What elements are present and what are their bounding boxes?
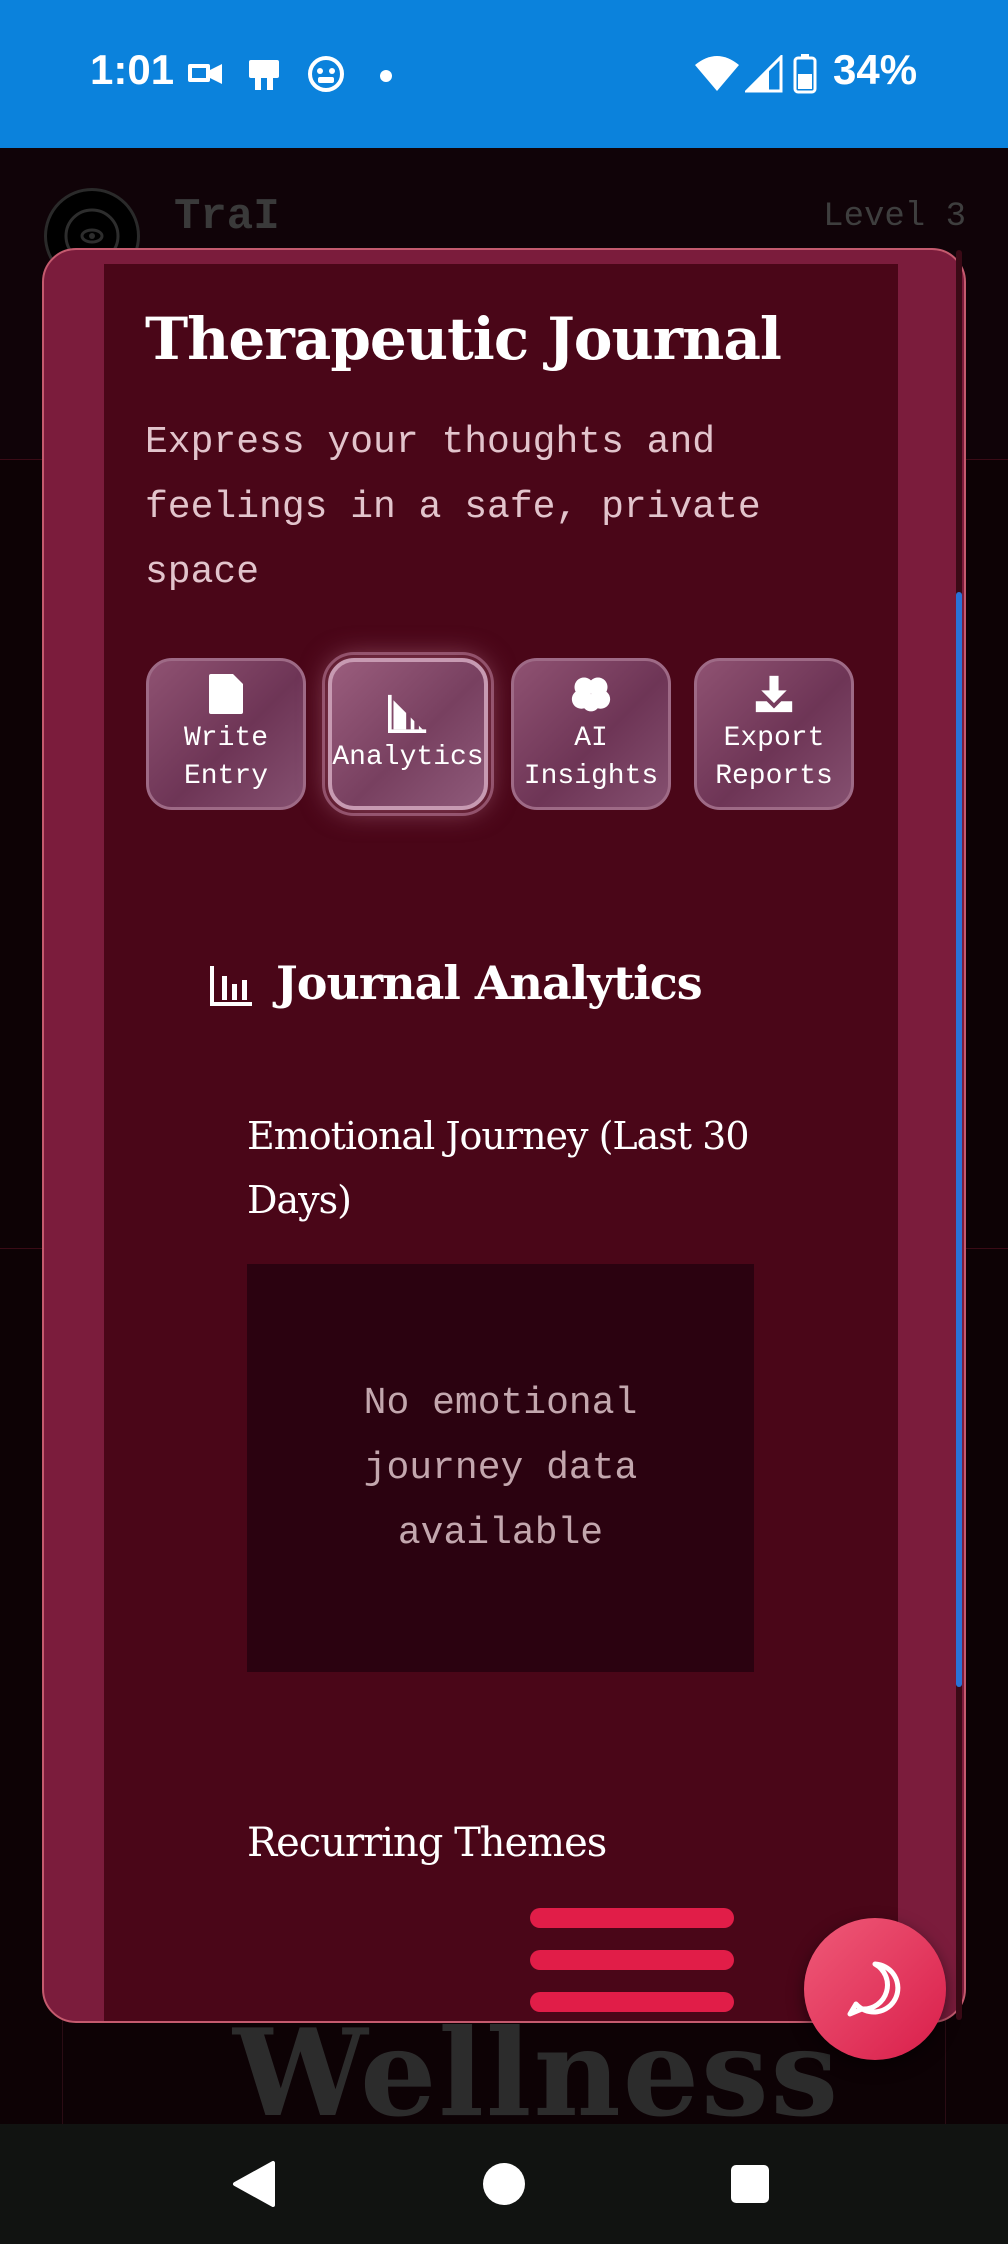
status-bar: 1:01 34% (0, 0, 1008, 148)
signal-icon (744, 54, 784, 94)
document-icon (206, 672, 246, 716)
empty-state-text: No emotional journey data available (363, 1381, 638, 1555)
brain-icon (571, 672, 611, 716)
app-notification-icon (306, 54, 346, 94)
wifi-icon (692, 54, 742, 94)
tab-label: Analytics (332, 742, 484, 773)
app-title: TraI (174, 192, 280, 242)
chart-icon (388, 691, 428, 735)
battery-icon (790, 54, 820, 94)
section-title: Journal Analytics (276, 956, 703, 1010)
tab-label: Export Reports (715, 723, 833, 792)
camera-notification-icon (186, 54, 226, 94)
journal-subtitle: Express your thoughts and feelings in a … (145, 421, 761, 594)
wellness-card: Wellness (62, 2010, 946, 2126)
user-level: Level 3 (823, 198, 966, 236)
tab-export-reports[interactable]: Export Reports (694, 658, 854, 810)
emotional-journey-title: Emotional Journey (Last 30 Days) (247, 1114, 750, 1222)
tab-analytics[interactable]: Analytics (322, 652, 494, 816)
more-notifications-dot (380, 70, 392, 82)
modal-scrollbar-thumb[interactable] (956, 592, 962, 1687)
chat-bubble-icon (847, 1961, 901, 2017)
tab-label: Write Entry (183, 723, 268, 792)
journal-title: Therapeutic Journal (145, 305, 782, 373)
tab-write-entry[interactable]: Write Entry (146, 658, 306, 810)
menu-icon[interactable] (530, 1908, 734, 2016)
emotional-journey-chart: No emotional journey data available (247, 1264, 754, 1672)
bar-chart-icon (208, 962, 254, 1008)
recents-button[interactable] (718, 2152, 782, 2216)
back-button[interactable] (222, 2152, 286, 2216)
status-time: 1:01 (90, 46, 175, 93)
wellness-heading: Wellness (233, 2010, 841, 2126)
device-notification-icon (245, 54, 285, 94)
home-button[interactable] (472, 2152, 536, 2216)
battery-percentage: 34% (833, 46, 918, 93)
chat-button[interactable] (804, 1918, 946, 2060)
tab-ai-insights[interactable]: AI Insights (511, 658, 671, 810)
download-icon (754, 672, 794, 716)
system-nav-bar (0, 2124, 1008, 2244)
tab-label: AI Insights (523, 723, 659, 792)
recurring-themes-title: Recurring Themes (247, 1820, 607, 1866)
